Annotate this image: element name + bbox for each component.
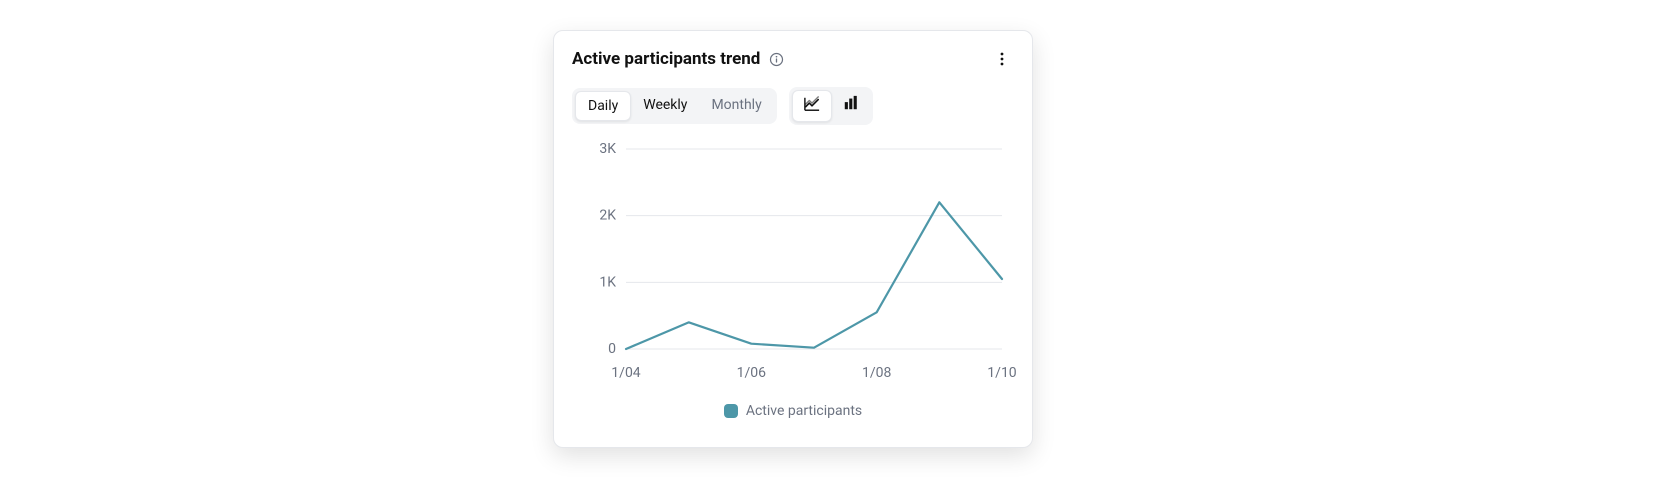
period-tab-weekly[interactable]: Weekly [631, 91, 699, 121]
chart-type-bar-button[interactable] [832, 90, 870, 120]
legend-swatch-icon [724, 404, 738, 418]
y-tick-2k: 2K [599, 208, 616, 224]
x-tick-2: 1/08 [862, 365, 892, 381]
line-chart-icon [803, 96, 821, 116]
chart-type-segmented-control [789, 87, 873, 125]
info-icon[interactable] [768, 51, 784, 67]
card-header: Active participants trend [572, 47, 1014, 71]
legend-label: Active participants [746, 403, 862, 419]
y-tick-0: 0 [608, 341, 616, 357]
more-options-button[interactable] [990, 47, 1014, 71]
controls-row: Daily Weekly Monthly [572, 87, 1014, 125]
active-participants-card: Active participants trend [553, 30, 1033, 448]
x-tick-3: 1/10 [987, 365, 1016, 381]
chart-legend: Active participants [572, 403, 1014, 419]
card-title: Active participants trend [572, 49, 760, 69]
line-chart: 0 1K 2K 3K 1/04 1/06 1/08 1/10 [572, 139, 1016, 399]
card-title-wrap: Active participants trend [572, 49, 784, 69]
bar-chart-icon [842, 95, 860, 115]
series-line-active-participants [626, 202, 1002, 349]
period-segmented-control: Daily Weekly Monthly [572, 88, 777, 124]
period-tab-daily[interactable]: Daily [575, 91, 631, 121]
y-tick-1k: 1K [599, 274, 616, 290]
chart-area: 0 1K 2K 3K 1/04 1/06 1/08 1/10 [572, 139, 1014, 399]
x-tick-0: 1/04 [611, 365, 641, 381]
y-tick-3k: 3K [599, 141, 616, 157]
x-tick-1: 1/06 [737, 365, 767, 381]
chart-type-line-button[interactable] [792, 90, 832, 122]
period-tab-monthly[interactable]: Monthly [699, 91, 773, 121]
